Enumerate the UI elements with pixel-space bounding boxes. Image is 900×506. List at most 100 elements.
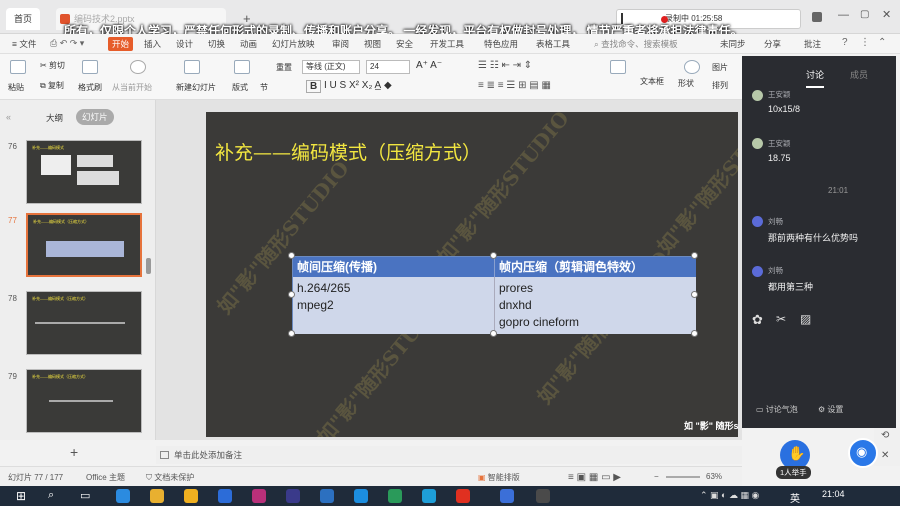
app-icon[interactable] [388, 489, 402, 503]
zoom-slider[interactable] [666, 476, 700, 478]
menu-view[interactable]: 视图 [360, 37, 385, 51]
search-icon[interactable]: ⌕ [48, 489, 54, 502]
share-button[interactable]: 分享 [760, 37, 785, 51]
chat-bubble-button[interactable]: ◉ [848, 438, 878, 468]
cut-button[interactable]: ✂ 剪切 [40, 60, 65, 71]
chat-settings[interactable]: ⚙ 设置 [818, 404, 843, 415]
add-slide-button[interactable]: + [70, 444, 78, 460]
bold-button[interactable]: B [306, 80, 322, 93]
slide-table[interactable]: 帧间压缩(传播) 帧内压缩（剪辑调色特效） h.264/265 mpeg2 pr… [292, 256, 696, 334]
command-search[interactable]: ⌕ 查找命令、搜索模板 [590, 37, 682, 51]
comment-button[interactable]: 批注 [800, 37, 825, 51]
folder-icon[interactable] [184, 489, 198, 503]
close-icon[interactable]: ✕ [882, 8, 891, 21]
new-slide-button[interactable]: 新建幻灯片 [176, 82, 216, 93]
picture-button[interactable]: 图片 [712, 62, 728, 73]
menu-dev-tools[interactable]: 开发工具 [426, 37, 468, 51]
section-button[interactable]: 节 [260, 82, 268, 93]
resize-handle[interactable] [288, 291, 295, 298]
format-painter-icon[interactable] [82, 60, 98, 74]
help-icon[interactable]: ? [842, 37, 848, 48]
shape-icon[interactable] [684, 60, 700, 74]
minimize-icon[interactable]: — [838, 9, 849, 21]
from-current-button[interactable]: 从当前开始 [112, 82, 152, 93]
align-icons[interactable]: ≡ ≣ ≡ ☰ ⊞ ▤ ▦ [478, 80, 551, 91]
zoom-level[interactable]: 63% [706, 472, 722, 481]
menu-design[interactable]: 设计 [172, 37, 197, 51]
table-cell[interactable]: h.264/265 mpeg2 [293, 277, 494, 334]
resize-handle[interactable] [691, 252, 698, 259]
slide-thumbnail-selected[interactable]: 补充——编码模式（压缩方式） [26, 213, 142, 277]
table-header-cell[interactable]: 帧内压缩（剪辑调色特效） [494, 257, 696, 277]
app-icon[interactable] [536, 489, 550, 503]
history-icon[interactable]: ⟲ [881, 430, 889, 441]
notes-area[interactable]: 单击此处添加备注 [156, 446, 742, 464]
menu-transition[interactable]: 切换 [204, 37, 229, 51]
active-app-icon[interactable] [500, 489, 514, 503]
collapse-ribbon-icon[interactable]: ⌃ [878, 37, 886, 48]
resize-handle[interactable] [691, 291, 698, 298]
copy-button[interactable]: ⧉ 复制 [40, 80, 64, 91]
edge-icon[interactable] [116, 489, 130, 503]
app-icon[interactable] [456, 489, 470, 503]
tab-members[interactable]: 成员 [850, 68, 868, 81]
maximize-icon[interactable]: ▢ [860, 9, 869, 20]
menu-security[interactable]: 安全 [392, 37, 417, 51]
close-icon[interactable]: ✕ [881, 450, 889, 461]
smart-layout-button[interactable]: ▣ 智能排版 [478, 472, 520, 483]
tab-discussion[interactable]: 讨论 [806, 68, 824, 81]
outline-tab[interactable]: 大纲 [46, 112, 63, 124]
zoom-out-icon[interactable]: − [654, 472, 659, 481]
textbox-button[interactable]: 文本框 [640, 76, 664, 87]
resize-handle[interactable] [288, 330, 295, 337]
discussion-bubble-toggle[interactable]: ▭ 讨论气泡 [756, 404, 798, 415]
windows-start-icon[interactable]: ⊞ [16, 489, 26, 503]
menu-insert[interactable]: 插入 [140, 37, 165, 51]
menu-featured[interactable]: 特色应用 [480, 37, 522, 51]
menu-home[interactable]: 开始 [108, 37, 134, 51]
slide-thumbnail[interactable]: 补充——编码模式 [26, 140, 142, 204]
play-icon[interactable] [130, 60, 146, 74]
document-protection[interactable]: ⛉ 文档未保护 [146, 472, 194, 483]
layout-button[interactable]: 版式 [232, 82, 248, 93]
more-icon[interactable]: ⋮ [860, 37, 870, 48]
user-icon[interactable] [812, 12, 822, 22]
menu-animation[interactable]: 动画 [236, 37, 261, 51]
menu-table-tools[interactable]: 表格工具 [532, 37, 574, 51]
font-grow-icon[interactable]: A⁺ A⁻ [416, 60, 442, 71]
menu-slideshow[interactable]: 幻灯片放映 [268, 37, 319, 51]
system-tray-icons[interactable]: ⌃ ▣ ◐ ☁ ▦ ◉ [700, 490, 759, 501]
clock[interactable]: 21:04 [822, 489, 845, 499]
font-name-select[interactable]: 等线 (正文) [302, 60, 360, 74]
quick-access-icons[interactable]: ⎙ ↶ ↷ ▾ [50, 38, 84, 49]
app-icon[interactable] [354, 489, 368, 503]
reset-button[interactable]: 重置 [276, 62, 292, 73]
thumbnail-scrollbar[interactable] [146, 258, 151, 274]
image-icon[interactable]: ▨ [800, 312, 811, 326]
resize-handle[interactable] [490, 330, 497, 337]
shape-button[interactable]: 形状 [678, 78, 694, 89]
resize-handle[interactable] [288, 252, 295, 259]
app-icon[interactable] [320, 489, 334, 503]
format-painter-button[interactable]: 格式刷 [78, 82, 102, 93]
resize-handle[interactable] [490, 252, 497, 259]
slide-title[interactable]: 补充——编码模式（压缩方式） [215, 138, 481, 165]
arrange-button[interactable]: 排列 [712, 80, 728, 91]
list-icons[interactable]: ☰ ☷ ⇤ ⇥ ⇕ [478, 60, 532, 71]
table-cell[interactable]: prores dnxhd gopro cineform [494, 277, 696, 334]
collapse-pane-icon[interactable]: « [6, 112, 11, 122]
menu-file[interactable]: ≡ 文件 [8, 37, 40, 51]
app-icon[interactable] [286, 489, 300, 503]
slides-tab[interactable]: 幻灯片 [76, 109, 114, 125]
text-format-icons[interactable]: I U S X² X₂ A̲ ◆ [324, 80, 392, 91]
tab-home[interactable]: 首页 [6, 8, 41, 30]
sync-status[interactable]: 未同步 [716, 37, 750, 51]
app-icon[interactable] [252, 489, 266, 503]
new-slide-icon[interactable] [184, 60, 200, 74]
layout-icon[interactable] [234, 60, 250, 74]
menu-review[interactable]: 审阅 [328, 37, 353, 51]
flower-icon[interactable]: ✿ [752, 312, 763, 328]
slide-thumbnail[interactable]: 补充——编码模式（压缩方式） [26, 369, 142, 433]
paste-icon[interactable] [10, 60, 26, 74]
store-icon[interactable] [218, 489, 232, 503]
